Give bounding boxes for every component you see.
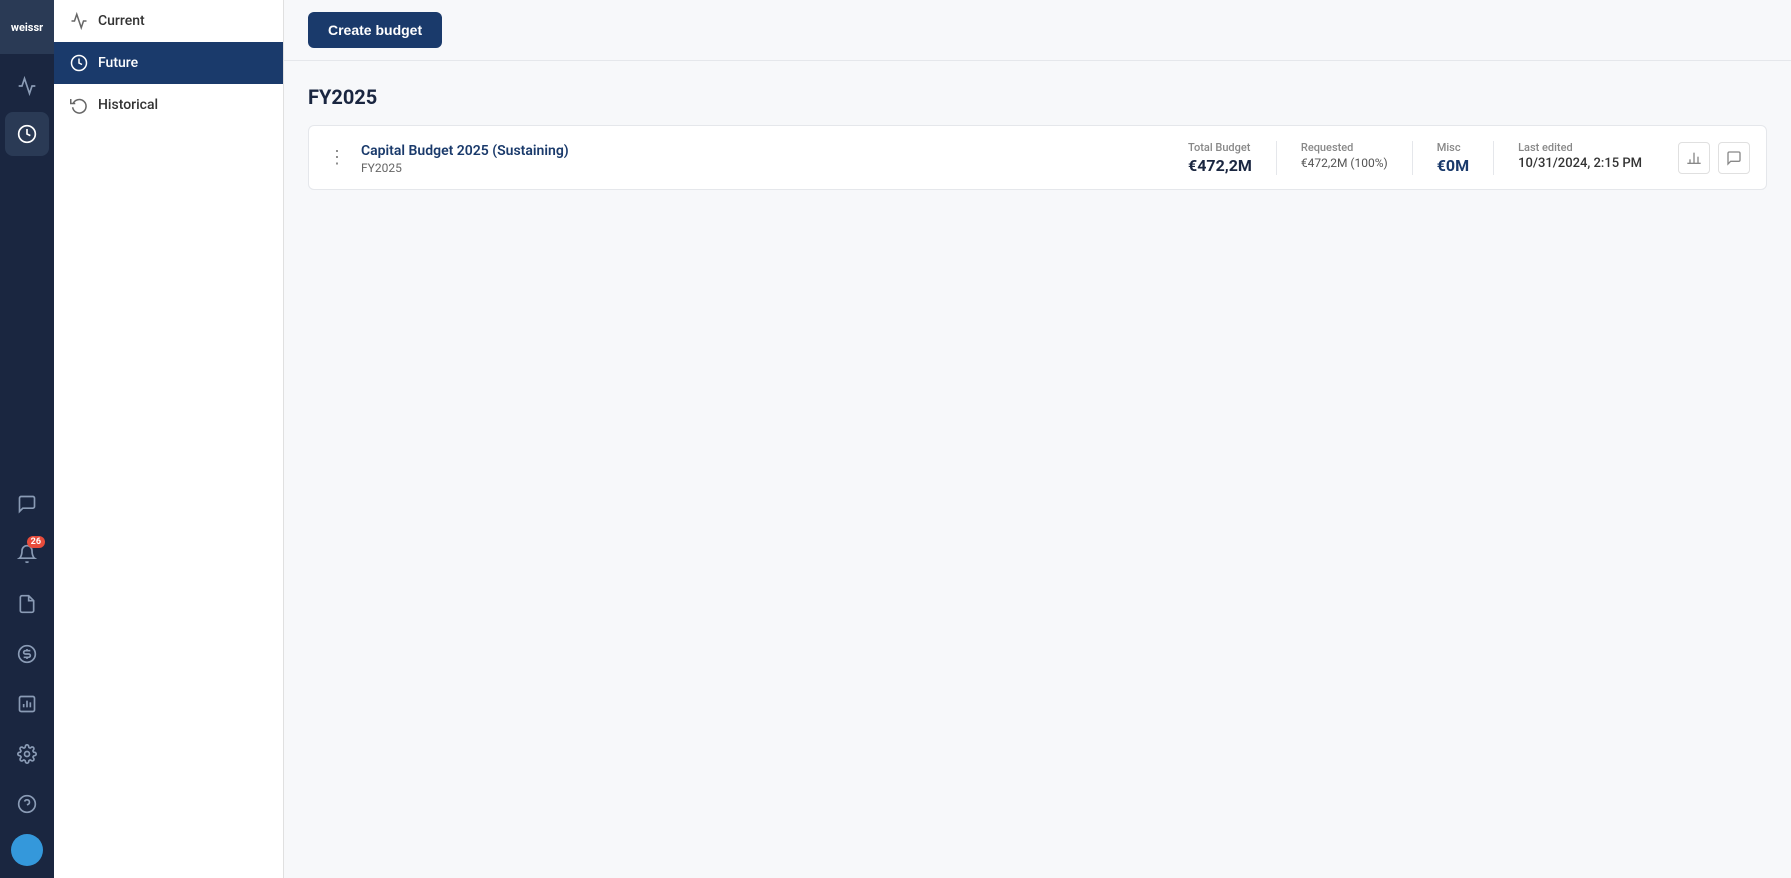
chart-icon [1686, 150, 1702, 166]
budget-actions [1678, 142, 1750, 174]
budget-icon [17, 124, 37, 144]
nav-icon-analytics[interactable] [5, 64, 49, 108]
misc-label: Misc [1437, 141, 1461, 154]
nav-logo: weissr [0, 0, 54, 54]
chat-icon [17, 494, 37, 514]
sidebar-item-future-label: Future [98, 55, 138, 71]
main-content: Create budget FY2025 ⋮ Capital Budget 20… [284, 0, 1791, 878]
nav-icon-chat[interactable] [5, 482, 49, 526]
requested-value: €472,2M (100%) [1301, 156, 1388, 170]
last-edited-value: 10/31/2024, 2:15 PM [1518, 156, 1642, 171]
last-edited-label: Last edited [1518, 141, 1573, 154]
nav-icons-top [0, 54, 54, 480]
fiscal-year-label: FY2025 [308, 85, 1767, 109]
settings-icon [17, 744, 37, 764]
budget-chart-button[interactable] [1678, 142, 1710, 174]
stat-misc: Misc €0M [1413, 141, 1494, 175]
budget-info: Capital Budget 2025 (Sustaining) FY2025 [361, 140, 1152, 175]
budget-card: ⋮ Capital Budget 2025 (Sustaining) FY202… [308, 125, 1767, 190]
nav-icon-notifications[interactable]: 26 [5, 532, 49, 576]
report-icon [17, 694, 37, 714]
help-icon [17, 794, 37, 814]
nav-icon-documents[interactable] [5, 582, 49, 626]
nav-icon-settings[interactable] [5, 732, 49, 776]
toolbar: Create budget [284, 0, 1791, 61]
requested-label: Requested [1301, 141, 1353, 154]
total-budget-label: Total Budget [1188, 141, 1250, 154]
budget-fiscal-year: FY2025 [361, 161, 1152, 175]
sidebar-item-historical[interactable]: Historical [54, 84, 283, 126]
sidebar-item-historical-label: Historical [98, 97, 158, 113]
nav-bar: weissr 26 [0, 0, 54, 878]
stat-total-budget: Total Budget €472,2M [1164, 141, 1277, 175]
historical-icon [70, 96, 88, 114]
budget-menu-icon[interactable]: ⋮ [325, 147, 349, 168]
user-avatar[interactable] [11, 834, 43, 866]
currency-icon [17, 644, 37, 664]
sidebar-item-current-label: Current [98, 13, 145, 29]
stat-requested: Requested €472,2M (100%) [1277, 141, 1413, 175]
nav-icon-currency[interactable] [5, 632, 49, 676]
current-icon [70, 12, 88, 30]
budget-comment-button[interactable] [1718, 142, 1750, 174]
misc-value: €0M [1437, 156, 1469, 175]
future-icon [70, 54, 88, 72]
nav-icon-budget[interactable] [5, 112, 49, 156]
documents-icon [17, 594, 37, 614]
sidebar-item-current[interactable]: Current [54, 0, 283, 42]
budget-stats: Total Budget €472,2M Requested €472,2M (… [1164, 141, 1666, 175]
logo-text: weissr [11, 21, 43, 34]
budget-title-link[interactable]: Capital Budget 2025 (Sustaining) [361, 143, 569, 159]
stat-last-edited: Last edited 10/31/2024, 2:15 PM [1494, 141, 1666, 175]
analytics-icon [17, 76, 37, 96]
comment-icon [1726, 150, 1742, 166]
content-area: FY2025 ⋮ Capital Budget 2025 (Sustaining… [284, 61, 1791, 878]
total-budget-value: €472,2M [1188, 156, 1252, 175]
nav-icon-help[interactable] [5, 782, 49, 826]
sidebar: Current Future Historical [54, 0, 284, 878]
nav-icons-bottom: 26 [5, 480, 49, 878]
notifications-badge: 26 [27, 536, 45, 548]
create-budget-button[interactable]: Create budget [308, 12, 442, 48]
nav-icon-report[interactable] [5, 682, 49, 726]
sidebar-item-future[interactable]: Future [54, 42, 283, 84]
